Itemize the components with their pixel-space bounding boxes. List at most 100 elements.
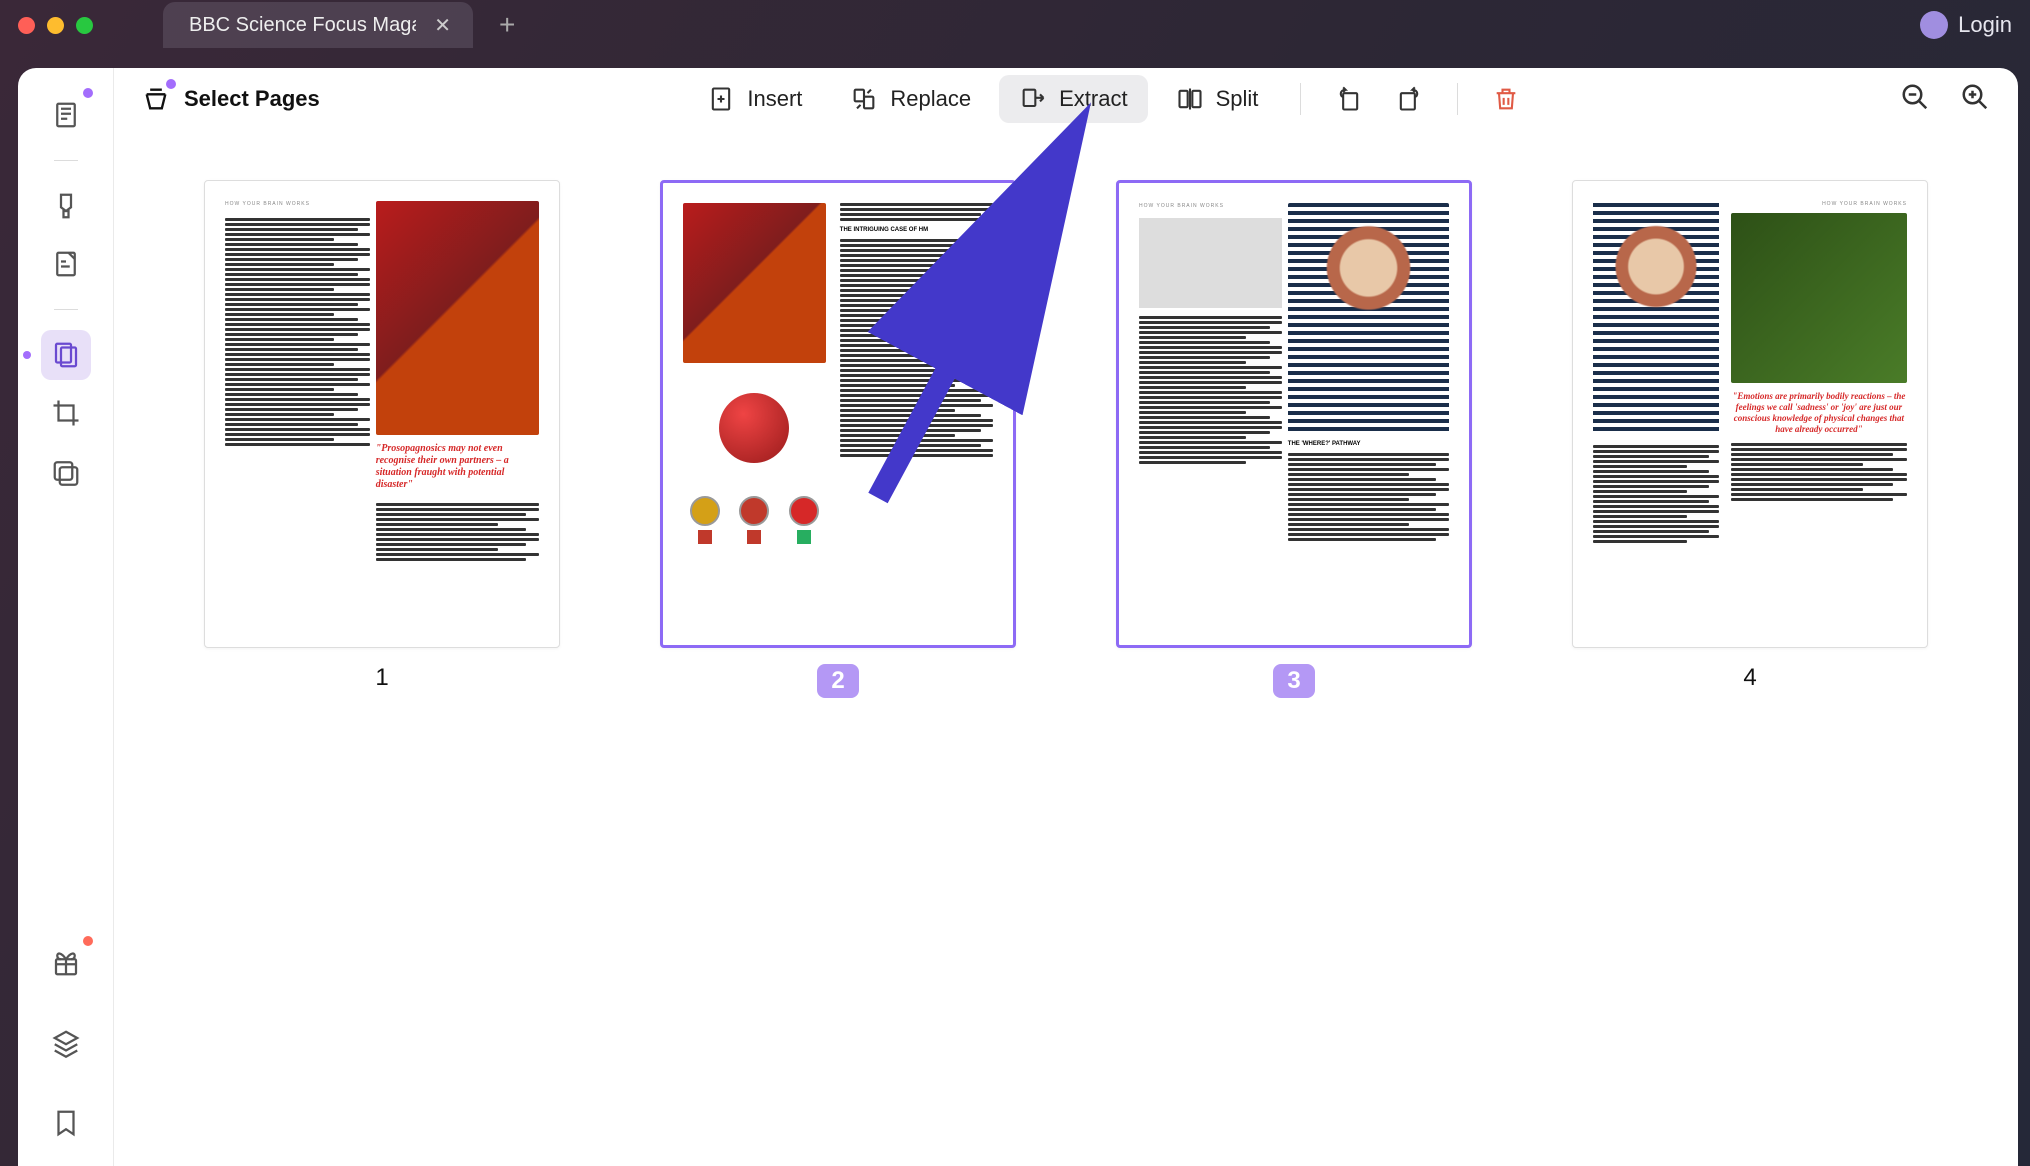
minimize-window-button[interactable] (47, 17, 64, 34)
check-mark-icon (797, 530, 811, 544)
select-pages-button[interactable]: Select Pages (142, 85, 320, 113)
page-header: HOW YOUR BRAIN WORKS (1731, 201, 1907, 207)
sidebar-bookmark[interactable] (41, 1098, 91, 1148)
sidebar-pages[interactable] (41, 90, 91, 140)
extract-icon (1019, 85, 1047, 113)
page-preview: HOW YOUR BRAIN WORKS "Emotions are prima… (1572, 180, 1928, 648)
rotate-left-icon (1335, 85, 1363, 113)
page-number: 1 (375, 664, 388, 692)
article-photo (1731, 213, 1907, 383)
close-tab-icon[interactable]: ✕ (434, 13, 451, 38)
redact-icon (51, 456, 81, 486)
tool-group: Insert Replace Extract Split (687, 75, 1532, 123)
zoom-out-button[interactable] (1900, 82, 1930, 117)
bookmark-icon (51, 1108, 81, 1138)
sidebar-gift[interactable] (41, 938, 91, 988)
rotate-right-icon (1395, 85, 1423, 113)
insert-icon (707, 85, 735, 113)
sidebar-organize[interactable] (41, 330, 91, 380)
delete-button[interactable] (1480, 75, 1532, 123)
page-header: HOW YOUR BRAIN WORKS (225, 201, 370, 208)
page-preview: HOW YOUR BRAIN WORKS "Prosopagnosics may… (204, 180, 560, 648)
sidebar-layers[interactable] (41, 1018, 91, 1068)
extract-label: Extract (1059, 86, 1127, 112)
page-preview: THE INTRIGUING CASE OF HM (660, 180, 1016, 648)
page-thumbnail[interactable]: THE INTRIGUING CASE OF HM 2 (660, 180, 1016, 1116)
replace-label: Replace (890, 86, 971, 112)
layers-icon (51, 1028, 81, 1058)
separator (1300, 83, 1301, 115)
sidebar-redact[interactable] (41, 446, 91, 496)
article-photo (1593, 201, 1719, 435)
organize-icon (51, 340, 81, 370)
highlight-icon (51, 191, 81, 221)
article-quote: "Emotions are primarily bodily reactions… (1731, 391, 1907, 434)
zoom-in-icon (1960, 82, 1990, 112)
page-thumbnail[interactable]: HOW YOUR BRAIN WORKS "Emotions are prima… (1572, 180, 1928, 1116)
page-thumbnail[interactable]: HOW YOUR BRAIN WORKS "Prosopagnosics may… (204, 180, 560, 1116)
sidebar-crop[interactable] (41, 388, 91, 438)
page-number: 3 (1273, 664, 1314, 698)
page-thumbnail[interactable]: HOW YOUR BRAIN WORKS THE 'WHERE?' PATHWA… (1116, 180, 1472, 1116)
select-icon (142, 85, 170, 113)
toolbar: Select Pages Insert Replace Extract Sp (114, 68, 2018, 130)
crop-icon (51, 398, 81, 428)
article-photo (376, 201, 539, 435)
divider (54, 160, 78, 161)
titlebar: BBC Science Focus Magaz ✕ + Login (0, 0, 2030, 50)
active-indicator-icon (23, 351, 31, 359)
rotate-right-button[interactable] (1383, 75, 1435, 123)
sidebar-highlight[interactable] (41, 181, 91, 231)
article-subtitle: THE 'WHERE?' PATHWAY (1288, 441, 1449, 447)
login-area[interactable]: Login (1920, 11, 2012, 39)
avatar-icon (1920, 11, 1948, 39)
main-panel: Select Pages Insert Replace Extract Sp (114, 68, 2018, 1166)
x-mark-icon (747, 530, 761, 544)
close-window-button[interactable] (18, 17, 35, 34)
extract-button[interactable]: Extract (999, 75, 1147, 123)
split-button[interactable]: Split (1156, 75, 1279, 123)
sidebar-annotate[interactable] (41, 239, 91, 289)
select-pages-label: Select Pages (184, 86, 320, 112)
app-window: Select Pages Insert Replace Extract Sp (18, 68, 2018, 1166)
article-quote: "Prosopagnosics may not even recognise t… (376, 443, 539, 491)
new-tab-button[interactable]: + (499, 9, 515, 41)
annotate-icon (51, 249, 81, 279)
zoom-in-button[interactable] (1960, 82, 1990, 117)
replace-icon (850, 85, 878, 113)
tab-title: BBC Science Focus Magaz (189, 14, 416, 37)
insert-button[interactable]: Insert (687, 75, 822, 123)
separator (1457, 83, 1458, 115)
notification-dot-icon (83, 936, 93, 946)
article-photo (683, 369, 826, 487)
maximize-window-button[interactable] (76, 17, 93, 34)
page-number: 2 (817, 664, 858, 698)
pages-icon (51, 100, 81, 130)
split-icon (1176, 85, 1204, 113)
article-subtitle: THE INTRIGUING CASE OF HM (840, 227, 993, 233)
notification-dot-icon (83, 88, 93, 98)
rotate-left-button[interactable] (1323, 75, 1375, 123)
replace-button[interactable]: Replace (830, 75, 991, 123)
page-header: HOW YOUR BRAIN WORKS (1139, 203, 1282, 210)
article-photo (683, 203, 826, 363)
option-circle (739, 496, 769, 526)
trash-icon (1492, 85, 1520, 113)
x-mark-icon (698, 530, 712, 544)
sidebar (18, 68, 114, 1166)
page-preview: HOW YOUR BRAIN WORKS THE 'WHERE?' PATHWA… (1116, 180, 1472, 648)
page-grid: HOW YOUR BRAIN WORKS "Prosopagnosics may… (114, 130, 2018, 1166)
document-tab[interactable]: BBC Science Focus Magaz ✕ (163, 2, 473, 48)
window-controls (18, 17, 93, 34)
split-label: Split (1216, 86, 1259, 112)
gift-icon (51, 948, 81, 978)
notification-dot-icon (166, 79, 176, 89)
article-photo (1288, 203, 1449, 435)
tab-strip: BBC Science Focus Magaz ✕ + (163, 2, 515, 48)
login-label: Login (1958, 12, 2012, 38)
article-photo (1139, 218, 1282, 308)
option-circle (690, 496, 720, 526)
zoom-out-icon (1900, 82, 1930, 112)
page-number: 4 (1743, 664, 1756, 692)
option-circle (789, 496, 819, 526)
